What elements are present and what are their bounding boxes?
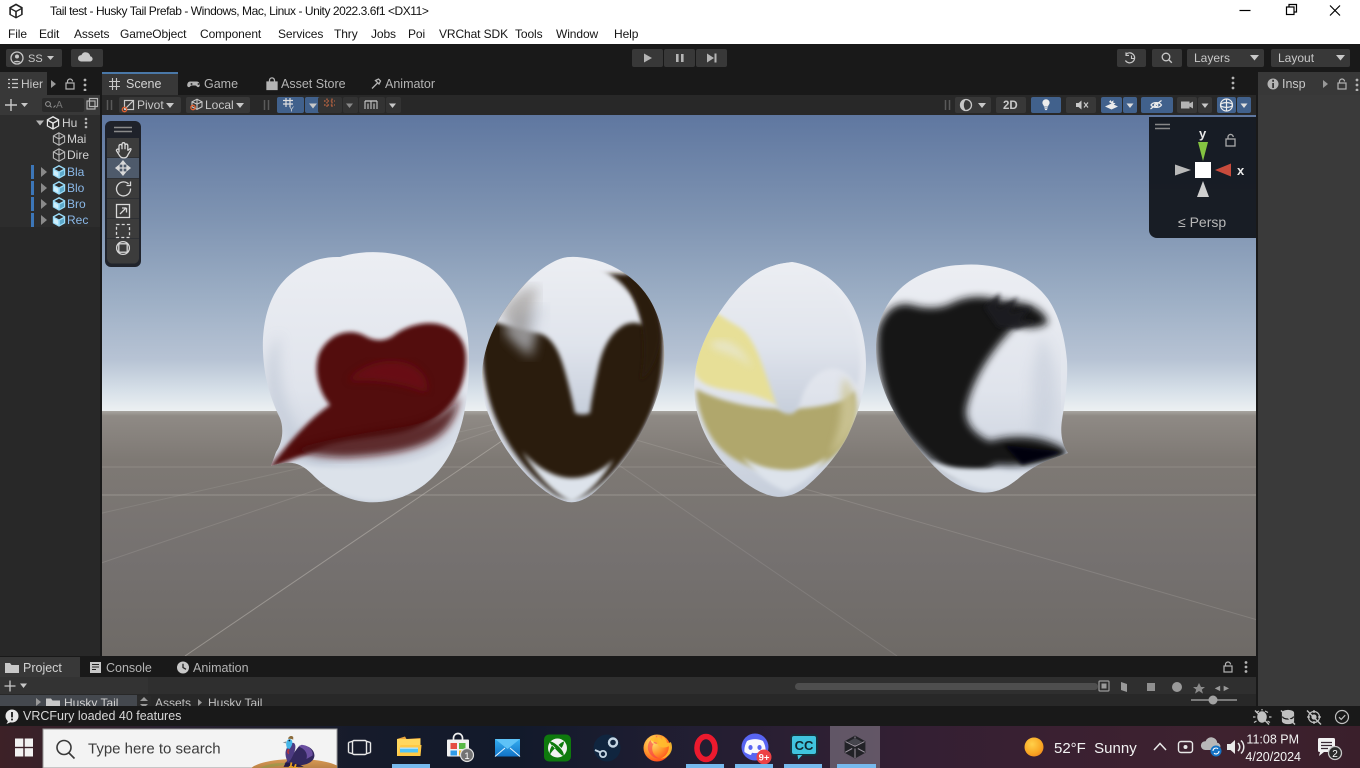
svg-text:Local: Local (205, 98, 234, 112)
svg-text:Hu: Hu (62, 116, 77, 130)
svg-text:1: 1 (464, 751, 469, 762)
svg-text:Dire: Dire (67, 148, 89, 162)
svg-text:◄►: ◄► (1213, 683, 1231, 693)
svg-text:Assets: Assets (155, 696, 191, 706)
svg-text:Bla: Bla (67, 165, 85, 179)
svg-text:x: x (1237, 163, 1245, 178)
svg-text:Type here to search: Type here to search (88, 741, 221, 758)
svg-text:≤ Persp: ≤ Persp (1178, 214, 1226, 230)
svg-text:Pivot: Pivot (137, 98, 164, 112)
svg-text:Mai: Mai (67, 132, 86, 146)
svg-text:CC: CC (795, 738, 814, 753)
svg-text:2: 2 (1332, 749, 1338, 760)
svg-text:y: y (1199, 126, 1207, 141)
svg-text:Scene: Scene (126, 77, 161, 91)
svg-text:Animation: Animation (193, 661, 249, 675)
svg-text:Blo: Blo (67, 181, 85, 195)
svg-text:2D: 2D (1003, 100, 1018, 112)
svg-text:Hier: Hier (21, 77, 43, 91)
svg-text:4/20/2024: 4/20/2024 (1245, 750, 1301, 764)
svg-text:Game: Game (204, 77, 238, 91)
svg-text:Husky Tail: Husky Tail (64, 696, 118, 706)
svg-text:Husky Tail: Husky Tail (208, 696, 262, 706)
svg-text:Project: Project (23, 661, 62, 675)
svg-text:SS: SS (28, 53, 43, 65)
svg-text:52°F Sunny: 52°F Sunny (1054, 740, 1137, 757)
svg-text:Asset Store: Asset Store (281, 77, 346, 91)
svg-text:Bro: Bro (67, 197, 86, 211)
svg-text:Y: Y (289, 105, 294, 114)
svg-text:Animator: Animator (385, 77, 435, 91)
svg-text:9+: 9+ (759, 753, 770, 764)
svg-text:Console: Console (106, 661, 152, 675)
svg-text:11:08 PM: 11:08 PM (1246, 733, 1299, 747)
svg-text:Insp: Insp (1282, 77, 1306, 91)
svg-text:A: A (56, 100, 63, 111)
svg-text:Rec: Rec (67, 213, 88, 227)
